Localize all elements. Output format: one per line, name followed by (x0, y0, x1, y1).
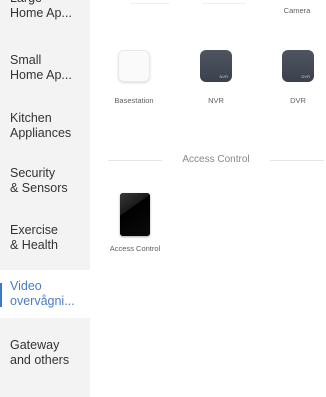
top-divider-right (202, 3, 246, 4)
sidebar-item-gateway-others[interactable]: Gateway and others (0, 329, 90, 377)
sidebar-item-exercise-health[interactable]: Exercise & Health (0, 214, 90, 262)
top-divider-left (130, 3, 170, 4)
section-divider-right (270, 160, 324, 161)
dvr-tag: DVR (301, 74, 310, 79)
device-label: Basestation (114, 96, 154, 105)
access-control-icon (120, 193, 150, 236)
sidebar-item-security-sensors[interactable]: Security & Sensors (0, 157, 90, 205)
camera-label: Camera (283, 6, 311, 15)
sidebar-item-label: Gateway and others (10, 338, 70, 367)
basestation-icon (118, 50, 150, 82)
section-title: Access Control (182, 154, 250, 165)
dvr-icon: DVR (282, 50, 314, 82)
sidebar-item-label: Kitchen Appliances (10, 111, 72, 140)
device-label: Access Control (109, 244, 161, 253)
sidebar-item-label: Video overvågni... (10, 279, 75, 308)
sidebar-item-label: Exercise & Health (10, 223, 58, 252)
device-label: NVR (208, 96, 224, 105)
device-nvr[interactable]: NVR NVR (200, 50, 232, 105)
active-indicator (0, 283, 2, 307)
sidebar-item-label: Large Home Ap... (10, 0, 72, 20)
sidebar-item-large-home-appliances[interactable]: Large Home Ap... (0, 0, 90, 30)
sidebar-item-video-surveillance[interactable]: Video overvågni... (0, 270, 90, 318)
sidebar-item-small-home-appliances[interactable]: Small Home Ap... (0, 44, 90, 92)
category-sidebar: Large Home Ap... Small Home Ap... Kitche… (0, 0, 90, 397)
sidebar-item-label: Small Home Ap... (10, 53, 72, 82)
device-access-control[interactable]: Access Control (110, 193, 160, 259)
sidebar-item-kitchen-appliances[interactable]: Kitchen Appliances (0, 102, 90, 150)
device-basestation[interactable]: Basestation (114, 50, 154, 105)
sidebar-item-label: Security & Sensors (10, 166, 68, 195)
device-grid: Camera Basestation NVR NVR DVR DVR Acces… (90, 0, 326, 397)
section-divider-left (108, 160, 162, 161)
nvr-icon: NVR (200, 50, 232, 82)
device-label: DVR (290, 96, 306, 105)
app-root: Large Home Ap... Small Home Ap... Kitche… (0, 0, 326, 397)
nvr-tag: NVR (219, 74, 228, 79)
device-dvr[interactable]: DVR DVR (282, 50, 314, 105)
